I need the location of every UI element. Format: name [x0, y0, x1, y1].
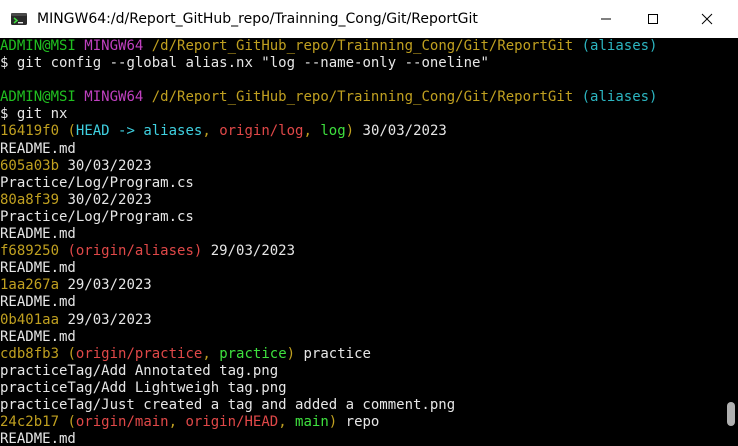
- maximize-button[interactable]: [630, 0, 676, 38]
- commit-line: f689250 (origin/aliases) 29/03/2023: [0, 243, 724, 260]
- commit-message: 29/03/2023: [210, 243, 296, 260]
- command-text: git nx: [16, 106, 68, 123]
- close-button[interactable]: [684, 0, 730, 38]
- maximize-icon: [648, 14, 658, 24]
- commit-ref-remote: origin/practice: [75, 345, 203, 362]
- prompt-branch: (aliases): [581, 89, 658, 106]
- commit-ref-remote: origin/main: [75, 414, 169, 431]
- commit-hash: 16419f0: [0, 123, 60, 140]
- prompt-symbol: $: [0, 55, 9, 72]
- scrollbar-thumb[interactable]: [727, 402, 735, 426]
- title-bar[interactable]: MINGW64:/d/Report_GitHub_repo/Trainning_…: [0, 0, 738, 38]
- terminal-window: MINGW64:/d/Report_GitHub_repo/Trainning_…: [0, 0, 738, 446]
- commit-message: practice: [303, 345, 371, 362]
- commit-ref-local: practice: [219, 345, 287, 362]
- commit-message: 30/02/2023: [67, 191, 152, 208]
- prompt-path: /d/Report_GitHub_repo/Trainning_Cong/Git…: [151, 38, 574, 54]
- prompt-user-host: ADMIN@MSI: [0, 89, 76, 106]
- commit-line: 24c2b17 (origin/main, origin/HEAD, main)…: [0, 414, 380, 431]
- commit-hash: 80a8f39: [0, 191, 60, 208]
- commit-hash: cdb8fb3: [0, 345, 60, 362]
- commit-hash: 24c2b17: [0, 414, 60, 431]
- prompt-symbol: $: [0, 106, 9, 123]
- commit-hash: 0b401aa: [0, 311, 60, 328]
- changed-file: practiceTag/Add Annotated tag.png: [0, 362, 279, 379]
- prompt-line: ADMIN@MSI MINGW64 /d/Report_GitHub_repo/…: [0, 38, 724, 55]
- changed-file: README.md: [0, 294, 76, 311]
- commit-message: 30/03/2023: [362, 123, 447, 140]
- commit-ref-local: main: [295, 414, 329, 431]
- commit-hash: 605a03b: [0, 157, 60, 174]
- commit-line: 605a03b 30/03/2023: [0, 158, 724, 175]
- prompt-system: MINGW64: [84, 89, 144, 106]
- command-text: git config --global alias.nx "log --name…: [16, 55, 489, 72]
- commit-ref-remote: origin/log: [219, 123, 304, 140]
- changed-file: README.md: [0, 260, 76, 277]
- commit-line: 1aa267a 29/03/2023: [0, 277, 724, 294]
- commit-line: 16419f0 (HEAD -> aliases, origin/log, lo…: [0, 123, 447, 140]
- commit-message: repo: [345, 414, 380, 431]
- commit-message: 30/03/2023: [67, 157, 152, 174]
- changed-file: practiceTag/Add Lightweigh tag.png: [0, 379, 287, 396]
- command-line: $ git nx: [0, 106, 724, 123]
- prompt-path: /d/Report_GitHub_repo/Trainning_Cong/Git…: [151, 89, 574, 106]
- commit-hash: 1aa267a: [0, 277, 60, 294]
- minimize-icon: [601, 18, 611, 20]
- prompt-system: MINGW64: [84, 38, 144, 54]
- commit-line: 0b401aa 29/03/2023: [0, 312, 724, 329]
- commit-hash: f689250: [0, 243, 60, 260]
- commit-message: 29/03/2023: [67, 311, 152, 328]
- commit-ref-local: log: [320, 123, 346, 140]
- changed-file: README.md: [0, 328, 76, 345]
- commit-ref-remote: origin/HEAD: [185, 414, 279, 431]
- commit-line: 80a8f39 30/02/2023: [0, 192, 724, 209]
- minimize-button[interactable]: [583, 0, 629, 38]
- changed-file: practiceTag/Just created a tag and added…: [0, 396, 456, 413]
- prompt-line: ADMIN@MSI MINGW64 /d/Report_GitHub_repo/…: [0, 89, 724, 106]
- changed-file: Practice/Log/Program.cs: [0, 174, 194, 191]
- command-line: $ git config --global alias.nx "log --na…: [0, 55, 724, 72]
- terminal-output[interactable]: ADMIN@MSI MINGW64 /d/Report_GitHub_repo/…: [0, 38, 724, 446]
- changed-file: README.md: [0, 140, 76, 157]
- vertical-scrollbar[interactable]: [724, 38, 738, 446]
- changed-file: Practice/Log/Program.cs: [0, 208, 194, 225]
- mingw-terminal-icon: [11, 13, 27, 25]
- commit-line: cdb8fb3 (origin/practice, practice) prac…: [0, 345, 371, 362]
- close-icon: [701, 13, 713, 25]
- changed-file: README.md: [0, 226, 76, 243]
- prompt-branch: (aliases): [581, 38, 658, 54]
- changed-file: README.md: [0, 431, 76, 446]
- window-title: MINGW64:/d/Report_GitHub_repo/Trainning_…: [37, 11, 478, 27]
- commit-message: 29/03/2023: [67, 277, 152, 294]
- prompt-user-host: ADMIN@MSI: [0, 38, 76, 54]
- commit-ref-head: HEAD -> aliases: [75, 123, 203, 140]
- commit-ref-remote: (origin/aliases): [67, 243, 203, 260]
